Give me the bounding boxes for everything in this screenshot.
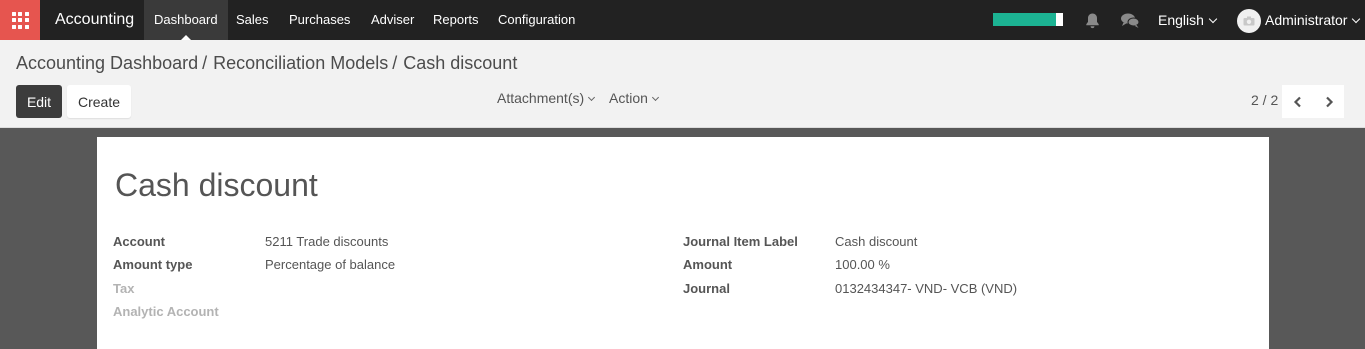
field-label-tax: Tax: [113, 281, 135, 296]
field-value-journal[interactable]: 0132434347- VND- VCB (VND): [835, 281, 1017, 296]
chevron-right-icon: [1325, 96, 1333, 107]
create-button[interactable]: Create: [67, 85, 131, 118]
edit-button[interactable]: Edit: [16, 85, 62, 118]
field-value-amount-type: Percentage of balance: [265, 257, 396, 272]
field-value-journal-item-label: Cash discount: [835, 234, 918, 249]
field-label-amount-type: Amount type: [113, 257, 193, 272]
attachments-dropdown[interactable]: Attachment(s): [497, 90, 596, 106]
action-label: Action: [609, 90, 648, 106]
menu-adviser[interactable]: Adviser: [361, 0, 424, 40]
pager-value[interactable]: 2 / 2: [1251, 92, 1278, 108]
control-panel: Accounting Dashboard / Reconciliation Mode…: [0, 40, 1365, 128]
app-title[interactable]: Accounting: [55, 11, 134, 29]
record-title: Cash discount: [115, 167, 318, 203]
avatar-camera-icon: [1243, 16, 1255, 26]
progress-bar-fill: [993, 13, 1056, 26]
field-value-account[interactable]: 5211 Trade discounts: [265, 234, 388, 249]
breadcrumb: Accounting Dashboard / Reconciliation Mode…: [16, 53, 517, 74]
menu-reports[interactable]: Reports: [423, 0, 489, 40]
attachments-label: Attachment(s): [497, 90, 585, 106]
pager-next-button[interactable]: [1313, 85, 1344, 118]
action-dropdown[interactable]: Action: [609, 90, 659, 106]
progress-bar[interactable]: [993, 13, 1063, 26]
field-value-amount: 100.00 %: [835, 257, 890, 272]
field-label-amount: Amount: [683, 257, 733, 272]
breadcrumb-item-accounting-dashboard[interactable]: Accounting Dashboard: [16, 53, 198, 73]
pager-previous-button[interactable]: [1282, 85, 1313, 118]
top-navbar: Accounting Dashboard Sales Purchases Adv…: [0, 0, 1365, 40]
breadcrumb-separator: /: [392, 53, 398, 73]
chevron-down-icon: [651, 93, 659, 102]
user-menu[interactable]: Administrator: [1265, 12, 1361, 28]
field-label-journal-item-label: Journal Item Label: [683, 234, 798, 249]
language-selector[interactable]: English: [1158, 12, 1218, 28]
form-sheet: Cash discount Account 5211 Trade discoun…: [97, 137, 1269, 349]
menu-sales[interactable]: Sales: [226, 0, 279, 40]
chevron-down-icon: [1208, 14, 1218, 24]
apps-menu-button[interactable]: [0, 0, 40, 40]
menu-configuration[interactable]: Configuration: [488, 0, 585, 40]
chevron-left-icon: [1293, 96, 1301, 107]
breadcrumb-current: Cash discount: [403, 53, 518, 73]
chevron-down-icon: [1352, 14, 1361, 24]
menu-dashboard[interactable]: Dashboard: [144, 0, 228, 40]
apps-grid-icon: [11, 11, 29, 29]
menu-purchases[interactable]: Purchases: [279, 0, 360, 40]
field-label-journal: Journal: [683, 281, 730, 296]
avatar[interactable]: [1237, 9, 1261, 33]
language-label: English: [1158, 12, 1204, 28]
user-name: Administrator: [1265, 12, 1348, 28]
field-label-account: Account: [113, 234, 165, 249]
breadcrumb-item-reconciliation-models[interactable]: Reconciliation Models: [213, 53, 388, 73]
chat-icon[interactable]: [1120, 12, 1140, 29]
field-label-analytic-account: Analytic Account: [113, 304, 219, 319]
breadcrumb-separator: /: [202, 53, 208, 73]
chevron-down-icon: [588, 93, 596, 102]
bell-icon[interactable]: [1084, 12, 1101, 29]
